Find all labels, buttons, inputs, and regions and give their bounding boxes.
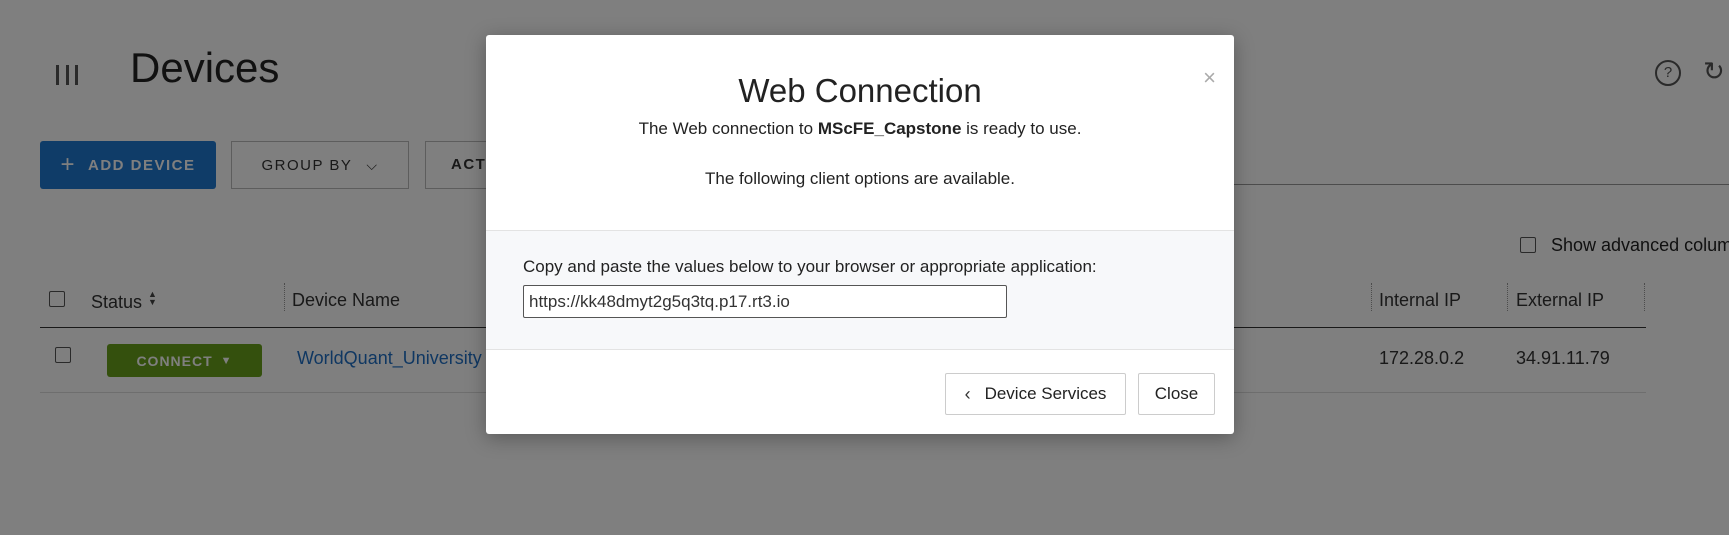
device-services-label: Device Services (984, 384, 1107, 403)
close-button[interactable]: Close (1138, 373, 1215, 415)
copy-instruction: Copy and paste the values below to your … (523, 257, 1097, 276)
device-name: MScFE_Capstone (817, 119, 962, 138)
device-services-button[interactable]: ‹ Device Services (945, 373, 1126, 415)
chevron-left-icon: ‹ (964, 383, 971, 404)
modal-title: Web Connection (738, 72, 982, 109)
web-connection-modal: × Web Connection The Web connection to M… (486, 35, 1234, 434)
options-text: The following client options are availab… (705, 169, 1015, 188)
subtitle-prefix: The Web connection to (638, 119, 818, 138)
modal-body: Copy and paste the values below to your … (486, 230, 1234, 350)
subtitle-suffix: is ready to use. (961, 119, 1082, 138)
modal-subtitle: The Web connection to MScFE_Capstone is … (486, 119, 1234, 139)
url-field[interactable] (523, 285, 1007, 318)
